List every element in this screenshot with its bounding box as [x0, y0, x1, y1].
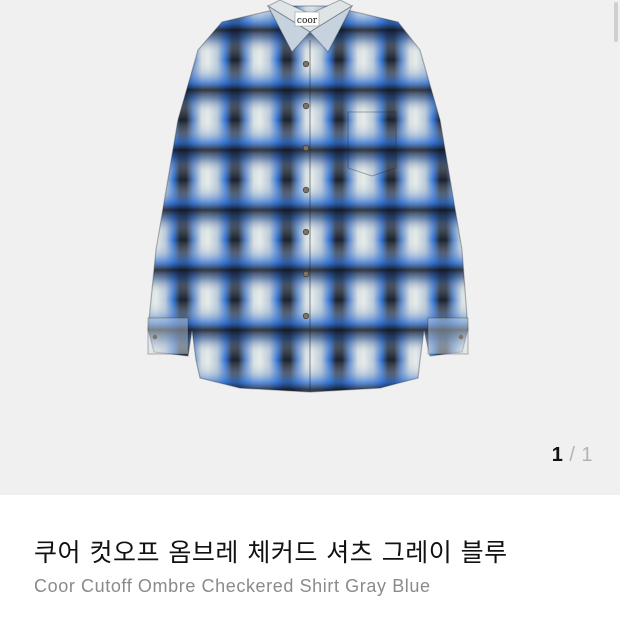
- total-image-count: 1: [581, 444, 593, 466]
- counter-separator: /: [569, 444, 576, 466]
- product-title-english: Coor Cutoff Ombre Checkered Shirt Gray B…: [34, 576, 431, 596]
- product-image[interactable]: coor: [0, 0, 620, 495]
- product-title-korean: 쿠어 컷오프 옴브레 체커드 셔츠 그레이 블루: [34, 538, 508, 567]
- brand-label: coor: [297, 16, 318, 26]
- current-image-index: 1: [551, 444, 564, 466]
- image-counter: 1/1: [552, 444, 593, 467]
- product-image-gallery[interactable]: coor 1/1: [0, 0, 620, 495]
- scrollbar[interactable]: [614, 2, 618, 42]
